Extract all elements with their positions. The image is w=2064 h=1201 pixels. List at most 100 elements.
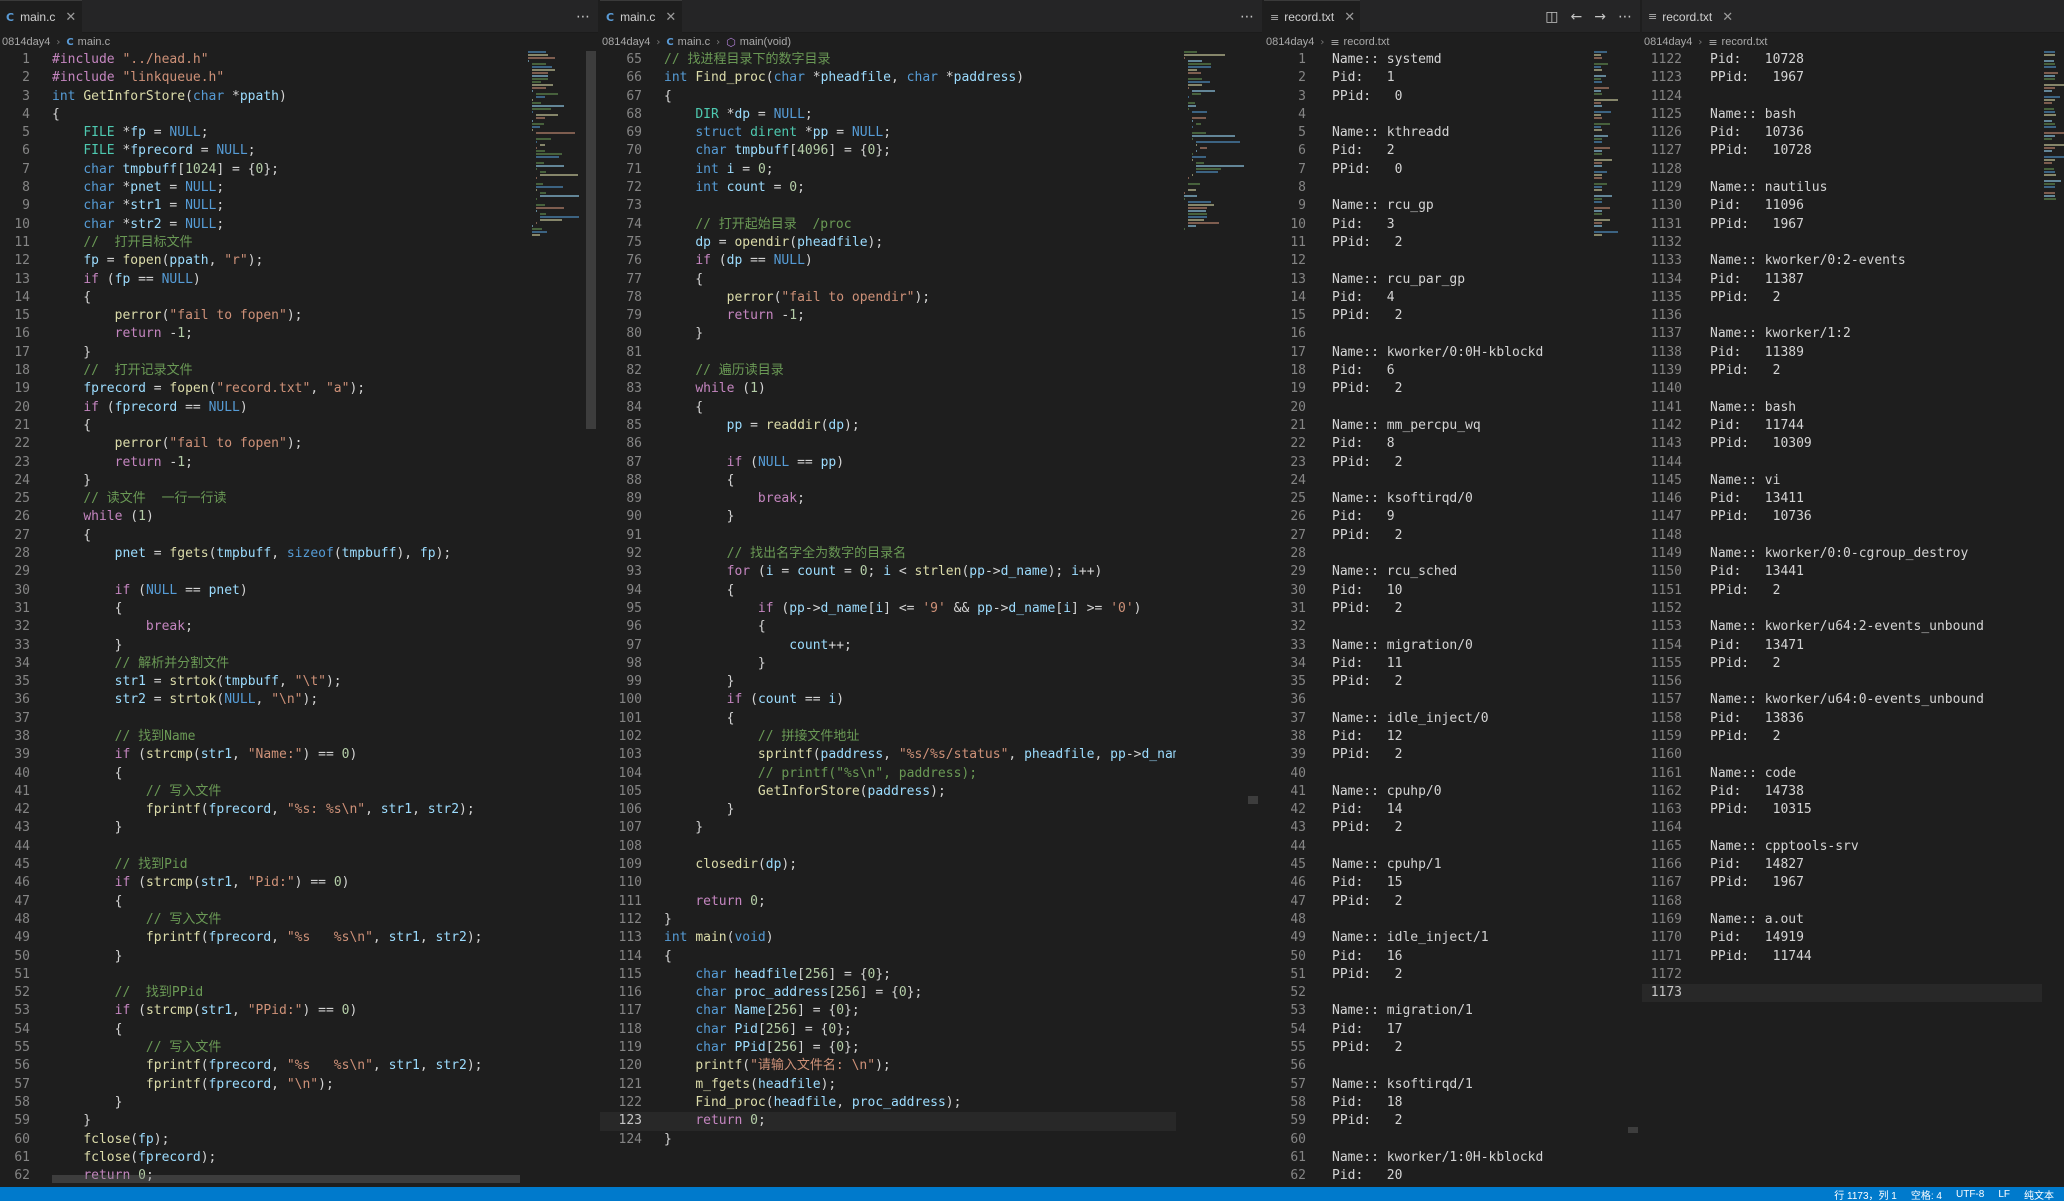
code-line[interactable]: 1147 PPid: 10736: [1642, 508, 2042, 526]
code-line[interactable]: 94 {: [600, 582, 1176, 600]
code-line[interactable]: 122 Find_proc(headfile, proc_address);: [600, 1094, 1176, 1112]
code-line[interactable]: 31 PPid: 2: [1264, 600, 1582, 618]
breadcrumb-file[interactable]: main.c: [678, 36, 710, 48]
breadcrumb-file[interactable]: record.txt: [1722, 36, 1768, 48]
tab-record-txt[interactable]: ≡ record.txt ✕: [1264, 0, 1360, 33]
code-line[interactable]: 80 }: [600, 325, 1176, 343]
code-line[interactable]: 113 int main(void): [600, 929, 1176, 947]
code-line[interactable]: 101 {: [600, 710, 1176, 728]
code-line[interactable]: 24 }: [0, 472, 520, 490]
code-line[interactable]: 89 break;: [600, 490, 1176, 508]
code-line[interactable]: 61 Name:: kworker/1:0H-kblockd: [1264, 1149, 1582, 1167]
code-line[interactable]: 3 PPid: 0: [1264, 88, 1582, 106]
code-line[interactable]: 33 }: [0, 637, 520, 655]
code-line[interactable]: 103 sprintf(paddress, "%s/%s/status", ph…: [600, 746, 1176, 764]
code-line[interactable]: 117 char Name[256] = {0};: [600, 1002, 1176, 1020]
code-area[interactable]: 65 // 找进程目录下的数字目录 66 int Find_proc(char *ph…: [600, 51, 1176, 1187]
code-line[interactable]: 26 while (1): [0, 508, 520, 526]
code-line[interactable]: 30 Pid: 10: [1264, 582, 1582, 600]
code-line[interactable]: 15 perror("fail to fopen");: [0, 307, 520, 325]
code-line[interactable]: 108: [600, 838, 1176, 856]
code-line[interactable]: 5 FILE *fp = NULL;: [0, 124, 520, 142]
code-line[interactable]: 28 pnet = fgets(tmpbuff, sizeof(tmpbuff)…: [0, 545, 520, 563]
code-line[interactable]: 57 Name:: ksoftirqd/1: [1264, 1076, 1582, 1094]
code-line[interactable]: 25 // 读文件 一行一行读: [0, 490, 520, 508]
code-line[interactable]: 87 if (NULL == pp): [600, 454, 1176, 472]
code-line[interactable]: 67 {: [600, 88, 1176, 106]
code-line[interactable]: 72 int count = 0;: [600, 179, 1176, 197]
code-line[interactable]: 124}: [600, 1131, 1176, 1149]
code-line[interactable]: 1165 Name:: cpptools-srv: [1642, 838, 2042, 856]
code-line[interactable]: 1138 Pid: 11389: [1642, 344, 2042, 362]
code-line[interactable]: 8 char *pnet = NULL;: [0, 179, 520, 197]
code-line[interactable]: 53 Name:: migration/1: [1264, 1002, 1582, 1020]
code-line[interactable]: 109 closedir(dp);: [600, 856, 1176, 874]
code-line[interactable]: 81: [600, 344, 1176, 362]
code-line[interactable]: 65 // 找进程目录下的数字目录: [600, 51, 1176, 69]
code-line[interactable]: 4: [1264, 106, 1582, 124]
breadcrumb-folder[interactable]: 0814day4: [2, 36, 50, 48]
close-icon[interactable]: ✕: [1344, 9, 1355, 25]
code-line[interactable]: 50 Pid: 16: [1264, 948, 1582, 966]
code-line[interactable]: 105 GetInforStore(paddress);: [600, 783, 1176, 801]
code-line[interactable]: 45 // 找到Pid: [0, 856, 520, 874]
code-line[interactable]: 32: [1264, 618, 1582, 636]
code-line[interactable]: 1139 PPid: 2: [1642, 362, 2042, 380]
tab-main-c[interactable]: C main.c ✕: [0, 0, 82, 33]
code-line[interactable]: 1132: [1642, 234, 2042, 252]
code-line[interactable]: 96 {: [600, 618, 1176, 636]
code-line[interactable]: 116 char proc_address[256] = {0};: [600, 984, 1176, 1002]
code-line[interactable]: 1125 Name:: bash: [1642, 106, 2042, 124]
code-line[interactable]: 100 if (count == i): [600, 691, 1176, 709]
minimap[interactable]: [528, 51, 586, 1187]
code-line[interactable]: 25 Name:: ksoftirqd/0: [1264, 490, 1582, 508]
code-line[interactable]: 46 Pid: 15: [1264, 874, 1582, 892]
code-line[interactable]: 44: [0, 838, 520, 856]
code-line[interactable]: 1153 Name:: kworker/u64:2-events_unbound: [1642, 618, 2042, 636]
breadcrumb-file[interactable]: main.c: [78, 36, 110, 48]
code-line[interactable]: 1162 Pid: 14738: [1642, 783, 2042, 801]
tab-record-txt[interactable]: ≡ record.txt ✕: [1642, 0, 1738, 33]
code-line[interactable]: 1169 Name:: a.out: [1642, 911, 2042, 929]
more-actions-icon[interactable]: ⋯: [576, 9, 590, 25]
code-line[interactable]: 1124: [1642, 88, 2042, 106]
breadcrumb-file[interactable]: record.txt: [1344, 36, 1390, 48]
code-line[interactable]: 123 return 0;: [600, 1112, 1176, 1131]
code-line[interactable]: 1171 PPid: 11744: [1642, 948, 2042, 966]
code-line[interactable]: 114 {: [600, 948, 1176, 966]
code-line[interactable]: 11 PPid: 2: [1264, 234, 1582, 252]
code-line[interactable]: 21 {: [0, 417, 520, 435]
code-line[interactable]: 35 str1 = strtok(tmpbuff, "\t");: [0, 673, 520, 691]
code-line[interactable]: 37 Name:: idle_inject/0: [1264, 710, 1582, 728]
close-icon[interactable]: ✕: [65, 9, 76, 25]
code-line[interactable]: 56: [1264, 1057, 1582, 1075]
code-line[interactable]: 19 fprecord = fopen("record.txt", "a");: [0, 380, 520, 398]
code-line[interactable]: 34 Pid: 11: [1264, 655, 1582, 673]
code-line[interactable]: 47 {: [0, 893, 520, 911]
code-line[interactable]: 1123 PPid: 1967: [1642, 69, 2042, 87]
code-line[interactable]: 2 Pid: 1: [1264, 69, 1582, 87]
breadcrumb-folder[interactable]: 0814day4: [602, 36, 650, 48]
code-line[interactable]: 1128: [1642, 161, 2042, 179]
vertical-scrollbar[interactable]: [1246, 51, 1260, 1187]
status-indentation[interactable]: 空格: 4: [1911, 1187, 1942, 1201]
code-line[interactable]: 1161 Name:: code: [1642, 765, 2042, 783]
close-icon[interactable]: ✕: [665, 9, 676, 25]
code-line[interactable]: 1130 Pid: 11096: [1642, 197, 2042, 215]
code-line[interactable]: 12: [1264, 252, 1582, 270]
code-line[interactable]: 1149 Name:: kworker/0:0-cgroup_destroy: [1642, 545, 2042, 563]
code-line[interactable]: 20: [1264, 399, 1582, 417]
code-line[interactable]: 6 Pid: 2: [1264, 142, 1582, 160]
code-line[interactable]: 47 PPid: 2: [1264, 893, 1582, 911]
code-line[interactable]: 1157 Name:: kworker/u64:0-events_unbound: [1642, 691, 2042, 709]
code-line[interactable]: 13 Name:: rcu_par_gp: [1264, 271, 1582, 289]
code-line[interactable]: 66 int Find_proc(char *pheadfile, char *p…: [600, 69, 1176, 87]
code-line[interactable]: 39 PPid: 2: [1264, 746, 1582, 764]
code-line[interactable]: 78 perror("fail to opendir");: [600, 289, 1176, 307]
code-line[interactable]: 38 // 找到Name: [0, 728, 520, 746]
code-line[interactable]: 92 // 找出名字全为数字的目录名: [600, 545, 1176, 563]
code-line[interactable]: 119 char PPid[256] = {0};: [600, 1039, 1176, 1057]
code-line[interactable]: 1131 PPid: 1967: [1642, 216, 2042, 234]
code-line[interactable]: 53 if (strcmp(str1, "PPid:") == 0): [0, 1002, 520, 1020]
code-line[interactable]: 18 // 打开记录文件: [0, 362, 520, 380]
